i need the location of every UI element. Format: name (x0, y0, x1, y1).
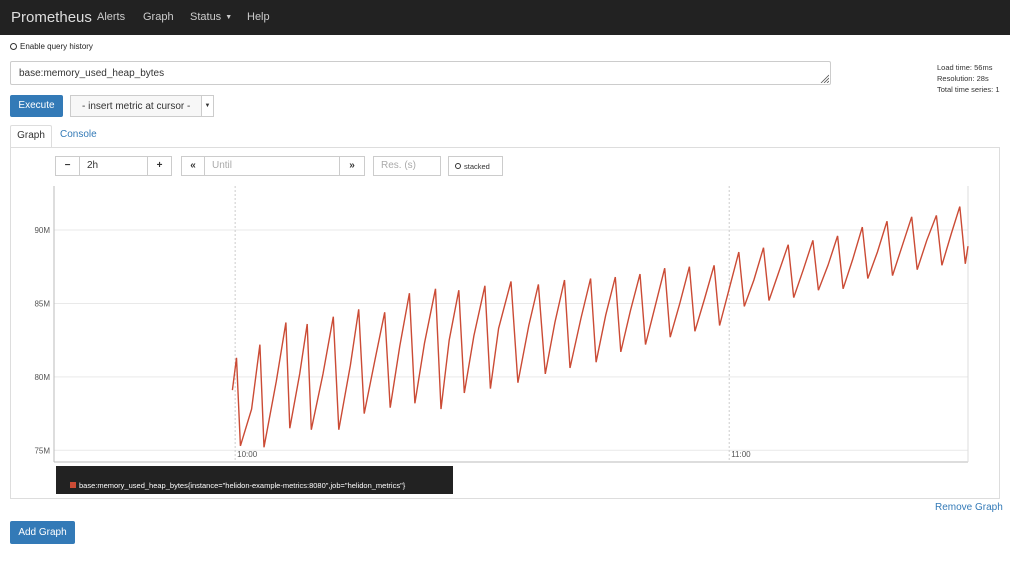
remove-graph-link[interactable]: Remove Graph (935, 502, 1003, 513)
y-tick-label: 90M (34, 226, 50, 235)
legend-label: base:memory_used_heap_bytes{instance="he… (79, 480, 406, 490)
x-tick-label: 10:00 (237, 450, 258, 459)
chart-grid (54, 186, 968, 462)
legend-swatch (70, 482, 76, 488)
add-graph-button[interactable]: Add Graph (10, 521, 75, 544)
chart-tick-labels: 75M 80M 85M 90M 10:00 11:00 (34, 226, 751, 459)
chart-legend[interactable]: base:memory_used_heap_bytes{instance="he… (56, 466, 453, 494)
y-tick-label: 85M (34, 299, 50, 308)
series-line (231, 206, 969, 448)
y-tick-label: 75M (34, 446, 50, 455)
y-tick-label: 80M (34, 373, 50, 382)
chart-axes (53, 186, 969, 463)
x-tick-label: 11:00 (731, 450, 751, 459)
